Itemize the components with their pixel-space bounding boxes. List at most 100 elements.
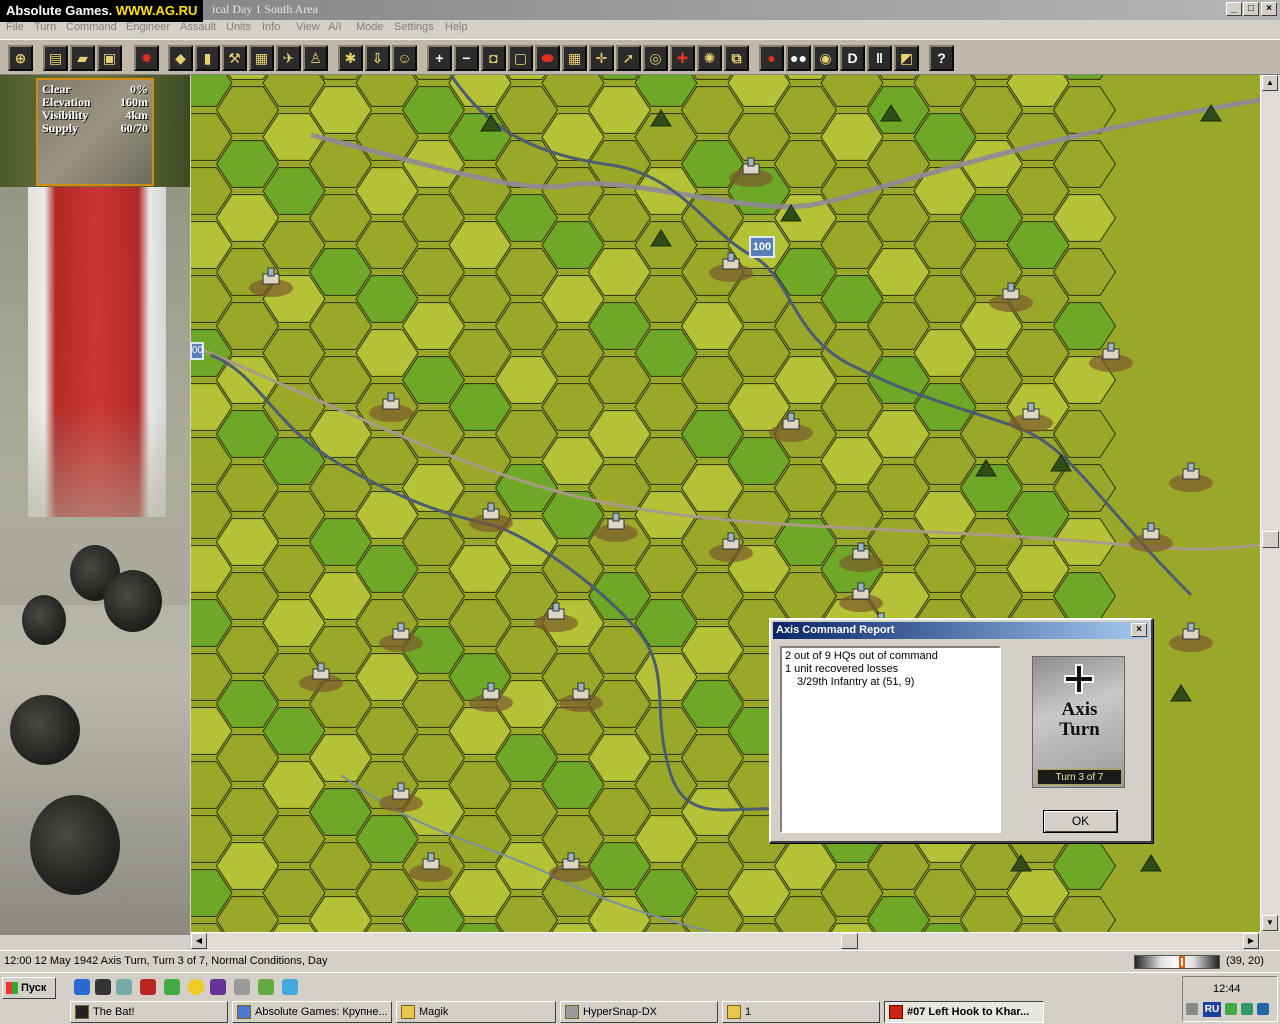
hq-unit-counter[interactable]: 100: [749, 236, 775, 258]
zoom-out-icon[interactable]: −: [454, 45, 479, 71]
scroll-left-arrow-icon[interactable]: ◀: [191, 933, 207, 949]
shovel-icon[interactable]: ⚒: [222, 45, 247, 71]
desktop-icon[interactable]: [116, 979, 132, 995]
link-icon[interactable]: ⧉: [724, 45, 749, 71]
explosion-icon[interactable]: ✸: [134, 45, 159, 71]
red-ellipse-icon[interactable]: ⬬: [535, 45, 560, 71]
village-marker[interactable]: [1129, 522, 1173, 552]
d-letter-icon[interactable]: D: [840, 45, 865, 71]
start-button[interactable]: Пуск: [2, 977, 56, 999]
counter-icon[interactable]: ▢: [508, 45, 533, 71]
plane-icon[interactable]: ✈: [276, 45, 301, 71]
status-text: 12:00 12 May 1942 Axis Turn, Turn 3 of 7…: [4, 955, 328, 967]
hex-coordinates: (39, 20): [1226, 955, 1264, 967]
red-dot-icon[interactable]: ●: [759, 45, 784, 71]
report-line: 1 unit recovered losses: [785, 663, 899, 675]
portrait-icon[interactable]: ☺: [392, 45, 417, 71]
horizontal-scroll-thumb[interactable]: [841, 933, 858, 949]
unit-marker[interactable]: [1169, 462, 1213, 492]
ok-button[interactable]: OK: [1043, 810, 1118, 833]
cross-icon[interactable]: ✚: [670, 45, 695, 71]
zoom-in-icon[interactable]: +: [427, 45, 452, 71]
task-label: The Bat!: [93, 1006, 135, 1018]
scroll-right-arrow-icon[interactable]: ▶: [1243, 933, 1259, 949]
menu-mode[interactable]: Mode: [356, 21, 384, 33]
dice-icon[interactable]: [140, 979, 156, 995]
dialog-close-button[interactable]: ×: [1131, 623, 1147, 637]
save-disk-icon[interactable]: ▣: [97, 45, 122, 71]
hex-toggle-icon[interactable]: ◘: [481, 45, 506, 71]
taskbar-button-magik[interactable]: Magik: [396, 1001, 556, 1023]
help-icon[interactable]: ?: [929, 45, 954, 71]
taskbar-button-folder-1[interactable]: 1: [722, 1001, 880, 1023]
taskbar-button-ag[interactable]: Absolute Games: Крупне...: [232, 1001, 392, 1023]
arrow-icon[interactable]: ➚: [616, 45, 641, 71]
horizontal-scrollbar[interactable]: ◀ ▶: [191, 932, 1260, 949]
person-icon[interactable]: ♙: [303, 45, 328, 71]
scroll-icon[interactable]: ▤: [43, 45, 68, 71]
iron-cross-icon: [1064, 664, 1094, 694]
bat-icon[interactable]: [95, 979, 111, 995]
flag-split-icon[interactable]: ◩: [894, 45, 919, 71]
crate-icon[interactable]: ▦: [249, 45, 274, 71]
bars-icon[interactable]: ‖: [867, 45, 892, 71]
scroll-up-arrow-icon[interactable]: ▲: [1262, 75, 1278, 91]
menu-info[interactable]: Info: [262, 21, 280, 33]
vertical-scrollbar[interactable]: ▲ ▼: [1260, 75, 1280, 932]
target-icon[interactable]: ⊕: [8, 45, 33, 71]
game-icon[interactable]: [164, 979, 180, 995]
burst-icon[interactable]: ✺: [697, 45, 722, 71]
taskbar-button-game[interactable]: #07 Left Hook to Khar...: [884, 1001, 1044, 1023]
dots-icon[interactable]: ●●: [786, 45, 811, 71]
ring-icon[interactable]: ◎: [643, 45, 668, 71]
dialog-title: Axis Command Report: [776, 624, 895, 636]
flag-icon[interactable]: ✱: [338, 45, 363, 71]
clock[interactable]: 12:44: [1213, 983, 1241, 995]
disk-icon[interactable]: [234, 979, 250, 995]
tray-app-icon[interactable]: [1257, 1003, 1269, 1015]
menu-ai[interactable]: A/I: [328, 21, 341, 33]
terrain-info-box: Clear 0% Elevation 160m Visibility 4km Supply 6…: [36, 78, 154, 186]
menu-command[interactable]: Command: [66, 21, 117, 33]
menu-settings[interactable]: Settings: [394, 21, 434, 33]
cube-icon[interactable]: [210, 979, 226, 995]
menu-file[interactable]: File: [6, 21, 24, 33]
taskbar-button-hypersnap[interactable]: HyperSnap-DX: [560, 1001, 718, 1023]
network-icon[interactable]: [1225, 1003, 1237, 1015]
taskbar-button-thebat[interactable]: The Bat!: [70, 1001, 228, 1023]
task-label: Absolute Games: Крупне...: [255, 1006, 388, 1018]
tank-icon[interactable]: ◆: [168, 45, 193, 71]
speaker-icon[interactable]: [1186, 1003, 1198, 1015]
dialog-title-bar[interactable]: Axis Command Report ×: [773, 622, 1149, 639]
minimize-button[interactable]: _: [1226, 2, 1242, 16]
globe-icon[interactable]: [282, 979, 298, 995]
menu-turn[interactable]: Turn: [34, 21, 56, 33]
ag-brand: Absolute Games.: [6, 3, 113, 18]
close-button[interactable]: ×: [1261, 2, 1277, 16]
report-text-box[interactable]: 2 out of 9 HQs out of command 1 unit rec…: [780, 646, 1001, 833]
menu-engineer[interactable]: Engineer: [126, 21, 170, 33]
scroll-down-arrow-icon[interactable]: ▼: [1262, 915, 1278, 931]
maximize-button[interactable]: □: [1243, 2, 1259, 16]
hq-unit-counter-edge[interactable]: 00: [190, 342, 204, 360]
menu-help[interactable]: Help: [445, 21, 468, 33]
app-icon[interactable]: [258, 979, 274, 995]
ammo-icon[interactable]: ▮: [195, 45, 220, 71]
smiley-icon[interactable]: [188, 979, 204, 995]
open-folder-icon[interactable]: ▰: [70, 45, 95, 71]
bat-app-icon: [75, 1005, 89, 1019]
menu-assault[interactable]: Assault: [180, 21, 216, 33]
language-indicator[interactable]: RU: [1203, 1002, 1221, 1017]
axis-turn-card: Axis Turn Turn 3 of 7: [1032, 656, 1125, 788]
folder-icon: [401, 1005, 415, 1019]
menu-units[interactable]: Units: [226, 21, 251, 33]
menu-view[interactable]: View: [296, 21, 320, 33]
tray-app-icon[interactable]: [1241, 1003, 1253, 1015]
target-rings-icon[interactable]: ◉: [813, 45, 838, 71]
crosshair-icon[interactable]: ✛: [589, 45, 614, 71]
vertical-scroll-thumb[interactable]: [1262, 531, 1279, 548]
ie-icon[interactable]: [74, 979, 90, 995]
village-marker[interactable]: [1169, 622, 1213, 652]
arrow-down-icon[interactable]: ⇩: [365, 45, 390, 71]
grid-icon[interactable]: ▦: [562, 45, 587, 71]
